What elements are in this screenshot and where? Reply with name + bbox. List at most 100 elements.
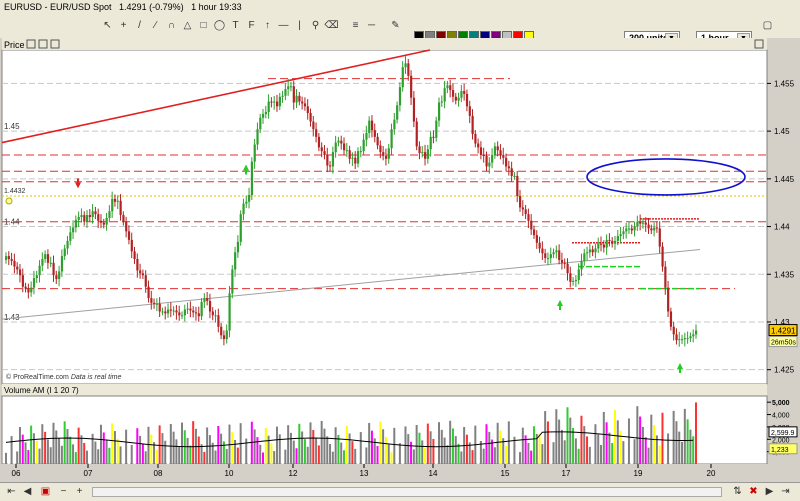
volume-bar <box>368 422 371 464</box>
nav-back-icon[interactable]: ◀ <box>20 484 35 499</box>
nav-forward-icon[interactable]: ▶ <box>762 484 777 499</box>
volume-bar <box>384 436 387 464</box>
zoom-out-icon[interactable]: − <box>56 484 71 499</box>
volume-bar <box>158 425 161 464</box>
volume-bar <box>627 418 630 464</box>
arrow-tool-icon[interactable]: ↑ <box>260 18 275 33</box>
volume-bar <box>295 448 298 464</box>
volume-bar <box>55 430 58 464</box>
alert-icon[interactable] <box>5 197 13 205</box>
volume-bar <box>99 424 102 464</box>
line-width-icon[interactable]: ─ <box>364 18 379 33</box>
volume-bar <box>622 441 625 464</box>
volume-bar <box>591 413 594 464</box>
rectangle-tool-icon[interactable]: □ <box>196 18 211 33</box>
volume-bar <box>49 447 52 464</box>
volume-bar <box>678 431 681 464</box>
candle-body <box>546 258 550 260</box>
nav-start-icon[interactable]: ⇤ <box>4 484 19 499</box>
vertical-line-tool-icon[interactable]: | <box>292 18 307 33</box>
candle-body <box>298 95 301 102</box>
volume-bar <box>437 422 440 464</box>
candle-body <box>435 120 438 138</box>
candle-body <box>393 119 396 130</box>
candle-body <box>295 95 298 103</box>
window-title: EURUSD - EUR/USD Spot 1.4291 (-0.79%) 1 … <box>4 2 242 12</box>
candle-body <box>588 249 592 253</box>
eraser-tool-icon[interactable]: ⌫ <box>324 18 339 33</box>
horizontal-scrollbar[interactable] <box>92 487 722 497</box>
candle-body <box>141 273 145 276</box>
volume-bar <box>164 440 167 464</box>
candle-body <box>463 91 466 94</box>
horizontal-line-tool-icon[interactable]: — <box>276 18 291 33</box>
split-icon[interactable]: ✖ <box>746 484 761 499</box>
candle-body <box>440 101 443 103</box>
candle-body <box>144 275 147 287</box>
volume-bar <box>197 436 200 464</box>
volume-bar <box>387 444 390 464</box>
cursor-tool-icon[interactable]: ↖ <box>100 18 115 33</box>
volume-bar <box>44 431 47 464</box>
candle-body <box>267 101 270 113</box>
magnet-tool-icon[interactable]: ∩ <box>164 18 179 33</box>
nav-end-icon[interactable]: ⇥ <box>778 484 793 499</box>
measure-tool-icon[interactable]: △ <box>180 18 195 33</box>
candle-body <box>99 220 103 223</box>
volume-bar <box>605 422 608 464</box>
candle-body <box>77 217 80 220</box>
candle-body <box>287 86 290 90</box>
candle-body <box>91 211 94 217</box>
candle-body <box>502 154 505 158</box>
text-tool-icon[interactable]: T <box>228 18 243 33</box>
candle-body <box>102 222 105 225</box>
volume-bar <box>94 441 97 464</box>
candle-body <box>63 248 66 257</box>
volume-bar <box>370 430 373 464</box>
pen-color-icon[interactable]: ✎ <box>388 18 403 33</box>
candle-body <box>345 150 349 152</box>
candle-body <box>192 310 195 313</box>
ellipse-tool-icon[interactable]: ◯ <box>212 18 227 33</box>
volume-bar <box>273 451 276 464</box>
candle-body <box>284 89 287 96</box>
volume-bar <box>644 437 647 464</box>
candle-body <box>619 234 622 237</box>
volume-bar <box>424 448 427 464</box>
auto-scale-icon[interactable]: ⇅ <box>730 484 745 499</box>
volume-bar <box>323 428 326 464</box>
trendline-tool-icon[interactable]: / <box>132 18 147 33</box>
candle-body <box>384 155 388 159</box>
candle-body <box>331 152 335 167</box>
volume-bar <box>636 406 639 464</box>
candle-body <box>479 147 483 155</box>
volume-bar <box>574 438 577 464</box>
window-settings-icon[interactable]: ▢ <box>760 18 775 33</box>
candle-body <box>586 252 589 254</box>
volume-bar <box>301 431 304 464</box>
candle-body <box>323 151 326 155</box>
volume-bar <box>80 435 83 464</box>
line-style-icon[interactable]: ≡ <box>348 18 363 33</box>
zoom-in-icon[interactable]: + <box>72 484 87 499</box>
candle-body <box>650 228 653 231</box>
volume-bar <box>13 443 16 464</box>
volume-bar <box>10 436 13 464</box>
candle-body <box>197 313 200 317</box>
scroll-lock-icon[interactable]: ▣ <box>38 484 53 499</box>
volume-bar <box>30 425 33 464</box>
volume-bar <box>217 425 220 464</box>
volume-bar <box>203 451 206 464</box>
channel-tool-icon[interactable]: ∕ <box>148 18 163 33</box>
volume-tick-label: 2,000 <box>772 437 790 444</box>
zoom-tool-icon[interactable]: ⚲ <box>308 18 323 33</box>
volume-bar <box>521 427 524 464</box>
chart-area[interactable]: Price 1.45 1.44 1.43 1.4432 1.455 1.45 1.445… <box>0 38 800 500</box>
volume-bar <box>572 428 575 464</box>
volume-bar <box>167 448 170 464</box>
volume-bar <box>189 445 192 464</box>
candle-body <box>566 263 569 274</box>
fibonacci-tool-icon[interactable]: F <box>244 18 259 33</box>
crosshair-tool-icon[interactable]: + <box>116 18 131 33</box>
volume-bar <box>588 446 591 464</box>
